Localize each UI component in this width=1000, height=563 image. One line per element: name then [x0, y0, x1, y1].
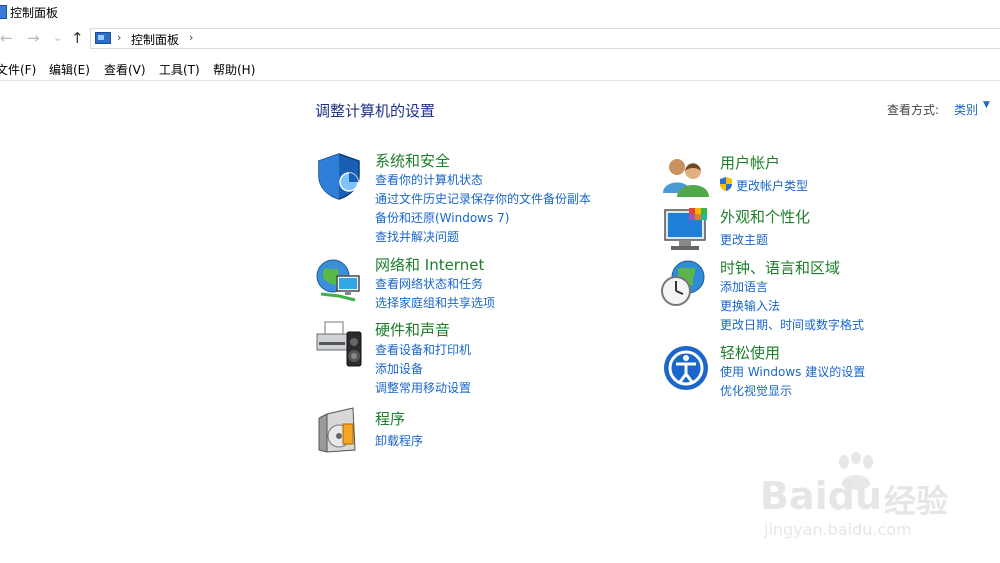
link-optimize-visual-display[interactable]: 优化视觉显示 [720, 382, 792, 399]
menu-edit[interactable]: 编辑(E) [49, 61, 90, 78]
category-title-hardware-sound[interactable]: 硬件和声音 [375, 319, 450, 340]
chevron-down-icon[interactable]: ▼ [983, 100, 990, 110]
link-devices-printers[interactable]: 查看设备和打印机 [375, 341, 471, 358]
link-change-theme[interactable]: 更改主题 [720, 231, 768, 248]
category-title-system-security[interactable]: 系统和安全 [375, 150, 450, 171]
ease-of-access-icon[interactable] [662, 344, 710, 392]
users-icon[interactable] [661, 153, 709, 201]
category-title-programs[interactable]: 程序 [375, 408, 405, 429]
back-icon[interactable]: ← [0, 29, 13, 47]
globe-network-icon[interactable] [315, 256, 363, 304]
control-panel-icon [0, 5, 7, 19]
link-mobility-settings[interactable]: 调整常用移动设置 [375, 379, 471, 396]
printer-speaker-icon[interactable] [315, 320, 363, 368]
link-troubleshoot[interactable]: 查找并解决问题 [375, 228, 459, 245]
category-title-clock-language-region[interactable]: 时钟、语言和区域 [720, 257, 840, 278]
category-title-user-accounts[interactable]: 用户帐户 [720, 152, 780, 173]
link-add-device[interactable]: 添加设备 [375, 360, 423, 377]
watermark-brand: Baidu [760, 474, 882, 518]
link-uninstall-program[interactable]: 卸载程序 [375, 432, 423, 449]
link-network-status[interactable]: 查看网络状态和任务 [375, 275, 483, 292]
control-panel-icon [95, 32, 111, 44]
uac-shield-icon [720, 177, 732, 191]
link-windows-recommended-settings[interactable]: 使用 Windows 建议的设置 [720, 363, 865, 380]
breadcrumb-control-panel[interactable]: 控制面板 [131, 31, 179, 48]
recent-locations-icon[interactable]: ⌄ [53, 29, 62, 47]
window-title: 控制面板 [10, 6, 59, 20]
watermark-brand-cn: 经验 [884, 482, 949, 520]
view-by-dropdown[interactable]: 类别 [954, 101, 978, 118]
page-title: 调整计算机的设置 [315, 102, 436, 120]
forward-icon[interactable]: → [27, 29, 40, 47]
menu-bar: 文件(F) 编辑(E) 查看(V) 工具(T) 帮助(H) [0, 58, 1000, 81]
link-change-input-method[interactable]: 更换输入法 [720, 297, 780, 314]
link-change-date-time-format[interactable]: 更改日期、时间或数字格式 [720, 316, 864, 333]
link-view-computer-status[interactable]: 查看你的计算机状态 [375, 171, 483, 188]
shield-icon[interactable] [315, 152, 363, 200]
link-add-language[interactable]: 添加语言 [720, 278, 768, 295]
address-bar[interactable]: › 控制面板 › [90, 28, 1000, 49]
programs-icon[interactable] [315, 406, 363, 454]
view-by-label: 查看方式: [887, 103, 940, 117]
link-change-account-type[interactable]: 更改帐户类型 [736, 177, 808, 194]
breadcrumb-separator[interactable]: › [189, 31, 193, 44]
link-homegroup-sharing[interactable]: 选择家庭组和共享选项 [375, 294, 495, 311]
link-backup-restore[interactable]: 备份和还原(Windows 7) [375, 209, 509, 226]
up-icon[interactable]: ↑ [71, 29, 84, 47]
title-bar: 控制面板 [0, 0, 1000, 24]
menu-file[interactable]: 文件(F) [0, 61, 36, 78]
clock-globe-icon[interactable] [660, 259, 708, 307]
category-title-ease-of-access[interactable]: 轻松使用 [720, 342, 780, 363]
category-title-appearance[interactable]: 外观和个性化 [720, 206, 810, 227]
monitor-palette-icon[interactable] [663, 206, 711, 254]
baidu-watermark: Baidu 经验 jingyan.baidu.com [760, 452, 980, 542]
menu-view[interactable]: 查看(V) [104, 61, 146, 78]
menu-help[interactable]: 帮助(H) [213, 61, 255, 78]
category-title-network-internet[interactable]: 网络和 Internet [375, 254, 484, 275]
breadcrumb-separator[interactable]: › [117, 31, 121, 44]
link-file-history-backup[interactable]: 通过文件历史记录保存你的文件备份副本 [375, 190, 591, 207]
menu-tools[interactable]: 工具(T) [159, 61, 200, 78]
watermark-url: jingyan.baidu.com [764, 520, 912, 539]
